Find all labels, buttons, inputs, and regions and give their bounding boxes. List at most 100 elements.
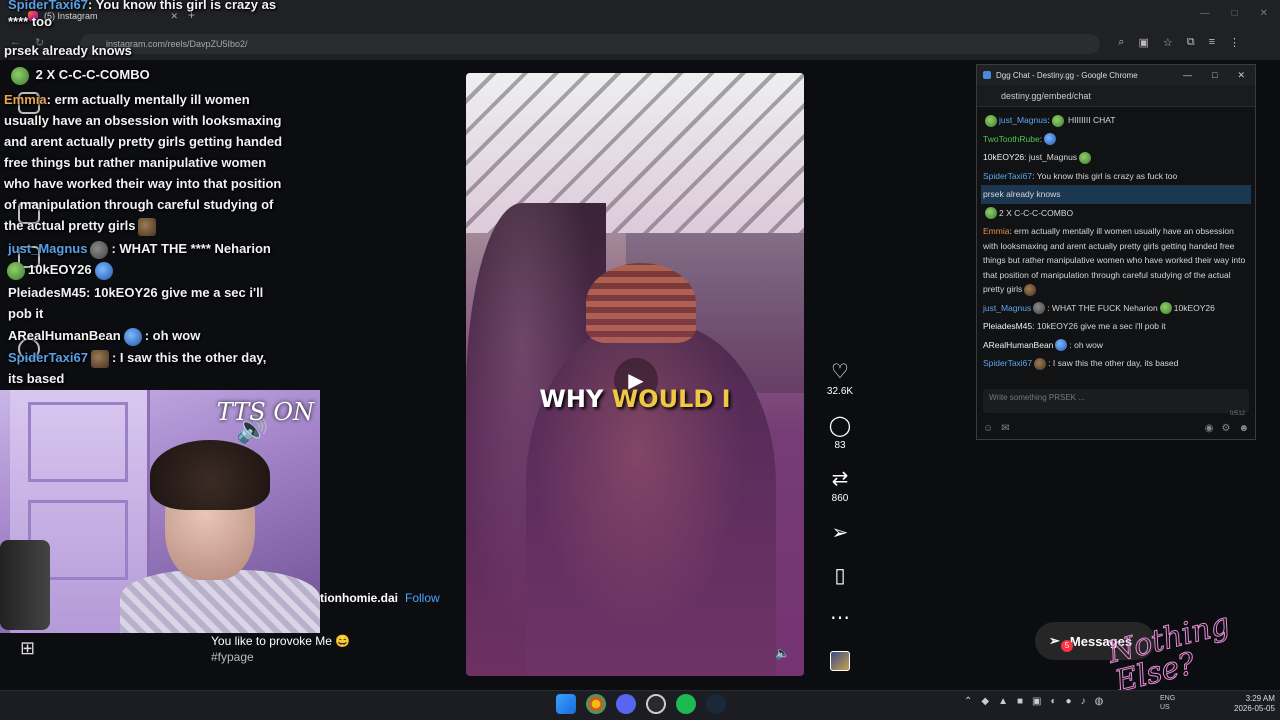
language-indicator[interactable]: ENG US: [1160, 694, 1175, 712]
emote-icon: [985, 114, 997, 127]
chat-message: just_Magnus: HIIIIIII CHAT: [981, 111, 1251, 130]
messenger-icon: ➢: [1049, 633, 1060, 648]
users-icon[interactable]: ☻: [1238, 423, 1249, 434]
chat-message: TwoToothRube:: [981, 130, 1251, 149]
minimize-icon[interactable]: —: [1183, 70, 1192, 81]
close-window-icon[interactable]: ✕: [1237, 70, 1245, 81]
emote-icon: [1079, 151, 1092, 164]
maximize-icon[interactable]: □: [1232, 8, 1238, 19]
zoom-icon[interactable]: ⌕: [1118, 36, 1124, 49]
chat-username[interactable]: TwoToothRube: [983, 134, 1040, 144]
dgg-titlebar: Dgg Chat - Destiny.gg - Google Chrome — …: [977, 65, 1255, 85]
reel-hashtag[interactable]: #fypage: [211, 650, 254, 664]
chat-text: : oh wow: [1069, 339, 1103, 350]
tray-app-icon[interactable]: ◆: [981, 696, 989, 707]
emote-menu-icon[interactable]: ☺: [983, 423, 993, 434]
send-icon: ➢: [831, 522, 849, 544]
cast-icon[interactable]: ▣: [1138, 36, 1148, 49]
mic-icon[interactable]: ♪: [1081, 696, 1086, 707]
chat-username[interactable]: SpiderTaxi67: [983, 171, 1032, 181]
reel-username[interactable]: tionhomie.dai: [320, 591, 398, 605]
chat-username[interactable]: 10kEOY26: [983, 152, 1024, 162]
tray-app-icon[interactable]: ●: [1066, 696, 1072, 707]
overlay-chat-message: SpiderTaxi67: I saw this the other day, …: [8, 347, 283, 389]
chat-text: HIIIIIII CHAT: [1065, 115, 1116, 125]
close-window-icon[interactable]: ✕: [1260, 8, 1268, 19]
reel-video[interactable]: ▶ WHY WOULD I 🔈: [466, 73, 804, 676]
webcam-feed: 🔊 TTS ON: [0, 390, 320, 633]
chat-message: just_Magnus: WHAT THE FUCK Neharion 10kEO…: [981, 299, 1251, 318]
char-counter: 0/512: [1229, 411, 1245, 417]
emote-icon: [94, 261, 113, 280]
pepe-emote-icon: [11, 66, 29, 85]
chat-username[interactable]: just_Magnus: [983, 303, 1031, 313]
bookmark-star-icon[interactable]: ☆: [1163, 36, 1173, 49]
share-button[interactable]: ➢: [822, 521, 858, 545]
clock[interactable]: 3:29 AM 2026-05-05: [1234, 694, 1275, 714]
repost-icon: ⇄: [831, 468, 849, 490]
comment-count: 83: [834, 440, 846, 451]
dgg-chat-input[interactable]: Write something PRSEK ...: [983, 389, 1249, 413]
overlay-chat-message: Emmia: erm actually mentally ill women u…: [4, 89, 284, 236]
combo-message: 2 X C-C-C-COMBO: [981, 204, 1251, 223]
overlay-chat-message: PleiadesM45: 10kEOY26 give me a sec i'll…: [8, 282, 278, 324]
chat-username: SpiderTaxi67: [8, 0, 88, 12]
address-bar-icons: ⌕ ▣ ☆ ⧉ ≡ ⋮: [1118, 36, 1240, 49]
chat-message: SpiderTaxi67: I saw this the other day, …: [981, 354, 1251, 373]
chat-username[interactable]: PleiadesM45: [983, 321, 1032, 331]
chat-username[interactable]: SpiderTaxi67: [983, 358, 1032, 368]
chat-username[interactable]: just_Magnus: [999, 115, 1047, 125]
brave-icon[interactable]: ▲: [998, 696, 1008, 707]
tray-app-icon[interactable]: ■: [1017, 696, 1023, 707]
tray-app-icon[interactable]: ▣: [1032, 696, 1041, 707]
overlay-chat-highlight: prsek already knows: [4, 43, 132, 58]
audio-avatar[interactable]: [830, 651, 850, 671]
emote-icon: [1033, 302, 1046, 315]
sidebar-icon[interactable]: ≡: [1209, 36, 1215, 49]
combo-text: 2 X C-C-C-COMBO: [35, 67, 150, 82]
emote-icon: [90, 240, 109, 259]
more-menu-icon[interactable]: ⊞: [20, 638, 35, 659]
chat-text: : erm actually mentally ill women usuall…: [983, 226, 1246, 294]
chat-username[interactable]: ARealHumanBean: [983, 340, 1053, 350]
menu-icon[interactable]: ⋮: [1229, 36, 1240, 49]
highlighted-message: prsek already knows: [981, 185, 1251, 204]
minimize-icon[interactable]: —: [1200, 8, 1210, 19]
ellipsis-icon: ⋯: [830, 607, 850, 629]
maximize-icon[interactable]: □: [1212, 70, 1217, 81]
repost-button[interactable]: ⇄ 860: [822, 467, 858, 504]
time-text: 3:29 AM: [1245, 694, 1275, 703]
address-bar[interactable]: instagram.com/reels/DavpZU5Ibo2/: [80, 34, 1100, 54]
network-icon[interactable]: ◍: [1095, 696, 1104, 707]
dgg-toolbar: ☺ ✉ ◉ ⚙ ☻: [983, 423, 1249, 434]
dgg-message-list: just_Magnus: HIIIIIII CHAT TwoToothRube:…: [981, 111, 1251, 373]
chat-text: : WHAT THE FUCK Neharion: [1047, 302, 1158, 313]
tray-chevron-icon[interactable]: ⌃: [964, 696, 972, 707]
obs-icon[interactable]: [646, 694, 666, 714]
date-text: 2026-05-05: [1234, 704, 1275, 713]
dgg-url-bar[interactable]: destiny.gg/embed/chat: [977, 85, 1255, 107]
volume-icon[interactable]: 🔈: [775, 646, 790, 660]
tts-on-label: TTS ON: [216, 398, 314, 426]
extensions-icon[interactable]: ⧉: [1187, 36, 1195, 49]
reel-description: You like to provoke Me 😄: [211, 634, 351, 648]
discord-icon[interactable]: [616, 694, 636, 714]
emote-icon: [1044, 133, 1057, 146]
more-options-button[interactable]: ⋯: [822, 606, 858, 630]
chat-message: SpiderTaxi67: You know this girl is craz…: [981, 167, 1251, 186]
pepe-emote-icon: [7, 261, 25, 280]
whispers-icon[interactable]: ✉: [1001, 423, 1009, 434]
chat-text: : You know this girl is crazy as fuck to…: [1032, 170, 1178, 181]
start-icon[interactable]: [556, 694, 576, 714]
comment-button[interactable]: ◯ 83: [822, 414, 858, 451]
save-button[interactable]: ▯: [822, 564, 858, 588]
follow-button[interactable]: Follow: [405, 591, 440, 605]
steam-icon[interactable]: [706, 694, 726, 714]
tray-app-icon[interactable]: ◐: [1051, 696, 1057, 707]
like-button[interactable]: ♡ 32.6K: [822, 360, 858, 397]
spotify-icon[interactable]: [676, 694, 696, 714]
chat-username[interactable]: Emmia: [983, 226, 1009, 236]
settings-icon[interactable]: ⚙: [1222, 423, 1231, 434]
watch-icon[interactable]: ◉: [1205, 423, 1214, 434]
chrome-icon[interactable]: [586, 694, 606, 714]
